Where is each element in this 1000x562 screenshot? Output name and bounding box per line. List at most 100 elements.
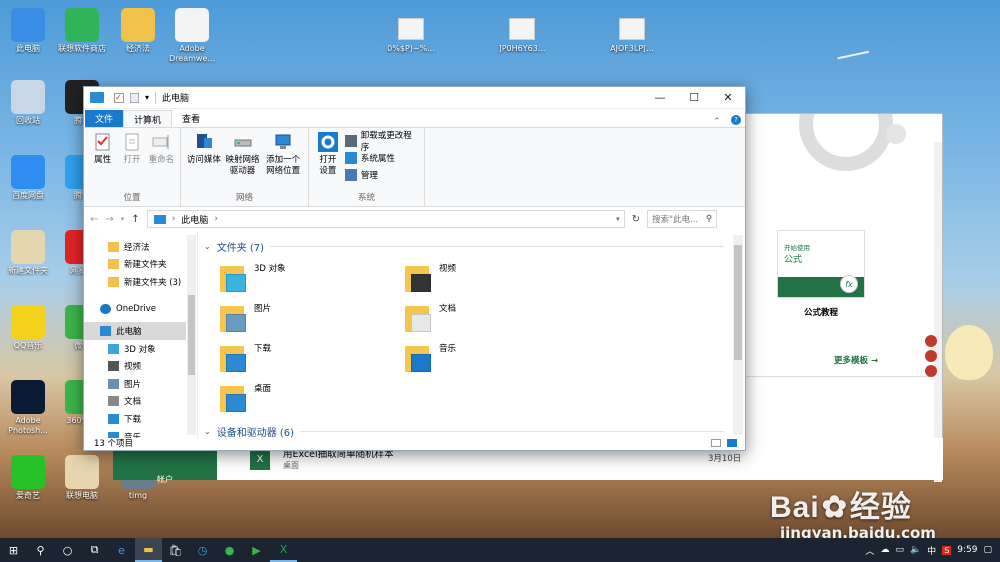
ime-indicator[interactable]: 中 — [927, 544, 936, 557]
edge-browser-icon[interactable]: e — [108, 538, 135, 562]
new-folder-quick-icon[interactable] — [130, 92, 139, 103]
forward-arrow-icon[interactable]: → — [105, 214, 113, 225]
desktop-file-icon[interactable]: 0%$P)~%... — [376, 18, 446, 53]
folder-item[interactable]: 桌面 — [220, 382, 271, 414]
content-scroll-thumb[interactable] — [734, 245, 742, 360]
nav-item-label: 文档 — [124, 396, 142, 407]
desktop-file-icon[interactable]: AJOF3LP[... — [597, 18, 667, 53]
desktop-icon[interactable]: 经济法 — [110, 8, 166, 54]
document-icon — [175, 8, 209, 42]
desktop-icon[interactable]: 爱奇艺 — [0, 455, 56, 501]
title-bar[interactable]: ✓ ▾ 此电脑 — ☐ ✕ — [84, 87, 745, 109]
file-explorer-taskbar-icon[interactable]: ▬ — [135, 538, 162, 562]
task-view-icon[interactable]: ⧉ — [81, 538, 108, 562]
desktop-icon[interactable]: 联想电脑 — [54, 455, 110, 501]
content-scrollbar[interactable] — [733, 235, 743, 435]
baidu-netdisk-icon — [11, 155, 45, 189]
excel-scrollbar[interactable] — [934, 142, 942, 482]
desktop-icon[interactable]: Adobe Dreamwe... — [164, 8, 220, 64]
folder-item[interactable]: 视频 — [405, 262, 456, 294]
help-icon[interactable]: ? — [727, 113, 745, 127]
uninstall-programs-button[interactable]: 卸载或更改程序 — [344, 131, 420, 153]
refresh-icon[interactable]: ↻ — [632, 214, 640, 225]
manage-button[interactable]: 管理 — [344, 166, 420, 183]
side-widget-icon[interactable] — [925, 350, 937, 362]
folder-item[interactable]: 音乐 — [405, 342, 456, 374]
excel-taskbar-icon[interactable]: X — [270, 538, 297, 562]
details-view-icon[interactable] — [711, 439, 721, 447]
notifications-icon[interactable]: ▢ — [983, 545, 992, 555]
tab-computer[interactable]: 计算机 — [123, 110, 173, 127]
desktop-icon[interactable]: 新建文件夹 — [0, 230, 56, 276]
recent-locations-icon[interactable]: ▾ — [121, 215, 125, 223]
side-widget-icon[interactable] — [925, 335, 937, 347]
nav-scroll-thumb[interactable] — [188, 295, 195, 375]
clock[interactable]: 9:59 — [957, 545, 977, 555]
network-icon[interactable]: ▭ — [895, 545, 904, 555]
nav-item[interactable]: 下载 — [84, 410, 186, 428]
folder-item[interactable]: 下载 — [220, 342, 271, 374]
access-media-label: 访问媒体 — [186, 155, 221, 165]
desktop-icon[interactable]: 此电脑 — [0, 8, 56, 54]
nav-item[interactable]: 经济法 — [84, 238, 186, 256]
desktop-icon[interactable]: 回收站 — [0, 80, 56, 126]
video-icon — [405, 262, 435, 294]
maximize-button[interactable]: ☐ — [677, 87, 711, 109]
account-label[interactable]: 帐户 — [157, 474, 173, 485]
rename-icon — [152, 135, 169, 149]
folder-item[interactable]: 图片 — [220, 302, 271, 334]
search-input[interactable]: 搜索"此电... ⚲ — [647, 210, 718, 228]
desktop-icon[interactable]: Adobe Photosh... — [0, 380, 56, 436]
desktop-file-icon[interactable]: ]P0H6Y63... — [487, 18, 557, 53]
cortana-icon[interactable]: ○ — [54, 538, 81, 562]
search-icon[interactable]: ⚲ — [27, 538, 54, 562]
clock-app-icon[interactable]: ◷ — [189, 538, 216, 562]
nav-item[interactable]: 此电脑 — [84, 322, 186, 340]
desktop-icon[interactable]: 百度网盘 — [0, 155, 56, 201]
volume-icon[interactable]: 🔈 — [910, 545, 921, 555]
nav-item[interactable]: 3D 对象 — [84, 340, 186, 358]
cloud-tray-icon[interactable]: ☁ — [880, 545, 889, 555]
nav-item[interactable]: 图片 — [84, 375, 186, 393]
large-icons-view-icon[interactable] — [727, 439, 737, 447]
side-widget-icon[interactable] — [925, 365, 937, 377]
image-file-icon — [398, 18, 424, 40]
nav-item[interactable]: 视频 — [84, 357, 186, 375]
nav-item[interactable]: 新建文件夹 (3) — [84, 273, 186, 291]
system-tray: ︿ ☁ ▭ 🔈 中 S 9:59 ▢ — [865, 538, 1000, 562]
address-dropdown-icon[interactable]: ▾ — [616, 215, 620, 223]
minimize-button[interactable]: — — [643, 87, 677, 109]
tab-view[interactable]: 查看 — [172, 110, 210, 127]
folder-item[interactable]: 3D 对象 — [220, 262, 286, 294]
properties-quick-icon[interactable]: ✓ — [114, 92, 124, 103]
show-hidden-icons-icon[interactable]: ︿ — [865, 544, 874, 557]
tab-file[interactable]: 文件 — [85, 110, 124, 127]
more-templates-link[interactable]: 更多模板 → — [834, 354, 878, 366]
collapse-ribbon-icon[interactable]: ⌃ — [713, 117, 727, 127]
store-taskbar-icon[interactable]: 🛍 — [162, 538, 189, 562]
recent-file-location: 桌面 — [283, 461, 299, 470]
formula-template-card[interactable]: 开始使用 公式 fx — [777, 230, 865, 298]
media-player-icon[interactable]: ▶ — [243, 538, 270, 562]
close-button[interactable]: ✕ — [711, 87, 745, 109]
address-bar[interactable]: › 此电脑 › ▾ — [146, 210, 625, 228]
quick-access-dropdown-icon[interactable]: ▾ — [145, 93, 149, 102]
nav-scrollbar[interactable] — [187, 235, 196, 435]
start-windows-icon[interactable]: ⊞ — [0, 538, 27, 562]
nav-item[interactable]: OneDrive — [84, 300, 186, 318]
divider — [155, 91, 157, 104]
sogou-input-icon[interactable]: S — [942, 545, 952, 555]
nav-item[interactable]: 新建文件夹 — [84, 255, 186, 273]
back-arrow-icon[interactable]: ← — [90, 214, 98, 225]
baidu-watermark: Bai✿经验 jingyan.baidu.com — [770, 482, 936, 542]
desktop-icon[interactable]: 联想软件商店 — [54, 8, 110, 54]
up-arrow-icon[interactable]: ↑ — [131, 214, 139, 225]
nav-item[interactable]: 文档 — [84, 392, 186, 410]
folders-section-header[interactable]: ⌄ 文件夹 (7) — [204, 237, 724, 255]
breadcrumb[interactable]: 此电脑 — [181, 213, 208, 226]
pictures-icon — [108, 378, 119, 389]
desktop-icon[interactable]: QQ音乐 — [0, 305, 56, 351]
green-app-icon[interactable]: ● — [216, 538, 243, 562]
system-properties-button[interactable]: 系统属性 — [344, 149, 420, 166]
folder-item[interactable]: 文档 — [405, 302, 456, 334]
